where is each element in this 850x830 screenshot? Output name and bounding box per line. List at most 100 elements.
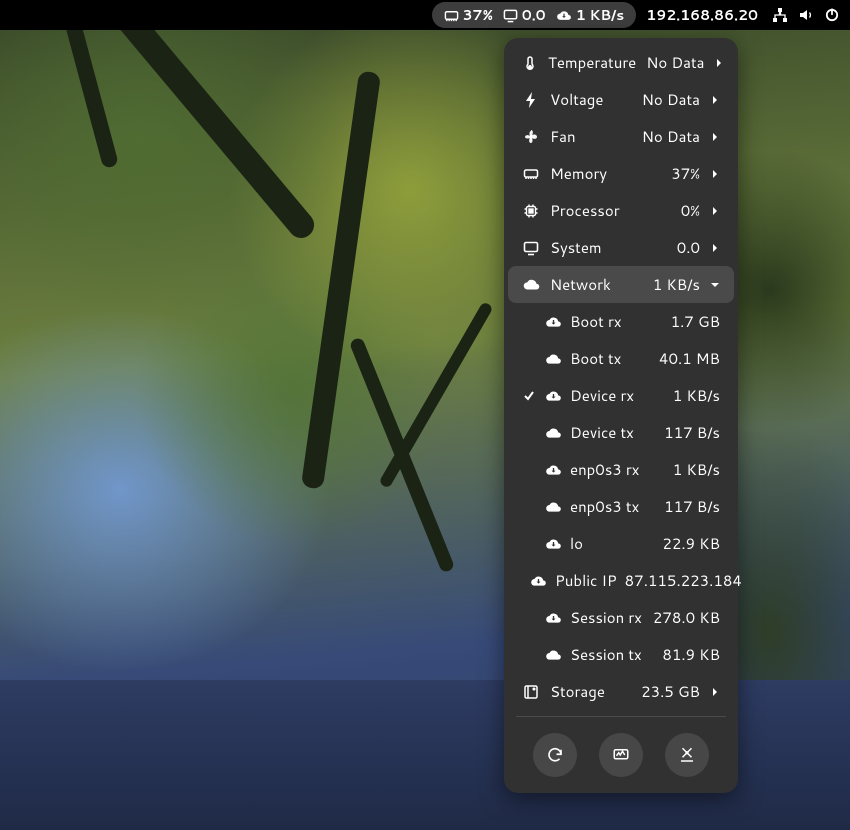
network-item-label: Public IP	[555, 570, 617, 591]
chevron-right-icon	[710, 169, 720, 179]
memory-indicator-value: 37%	[463, 5, 493, 25]
network-item-label: lo	[570, 533, 654, 554]
preferences-button[interactable]	[665, 733, 709, 777]
menu-row-processor[interactable]: Processor 0%	[508, 192, 734, 229]
network-item-value: 81.9 KB	[662, 644, 720, 665]
menu-row-temperature[interactable]: Temperature No Data	[508, 44, 734, 81]
cloud-down-icon	[544, 388, 562, 404]
network-wired-icon[interactable]	[772, 7, 788, 23]
network-item-label: Session tx	[570, 644, 654, 665]
network-item-label: Device tx	[570, 422, 656, 443]
display-icon	[503, 8, 518, 23]
cloud-down-icon	[544, 314, 562, 330]
network-item-boot-tx[interactable]: Boot tx 40.1 MB	[508, 340, 734, 377]
cloud-up-icon	[544, 499, 562, 515]
cloud-up-icon	[544, 647, 562, 663]
display-icon	[522, 240, 540, 256]
volume-icon[interactable]	[798, 7, 814, 23]
thermometer-icon	[522, 55, 538, 71]
network-item-session-rx[interactable]: Session rx 278.0 KB	[508, 599, 734, 636]
network-item-boot-rx[interactable]: Boot rx1.7 GB	[508, 303, 734, 340]
cloud-down-icon	[530, 573, 547, 589]
network-item-value: 278.0 KB	[653, 607, 720, 628]
system-tray	[772, 7, 840, 23]
menu-row-label: Fan	[550, 126, 632, 147]
network-item-label: Device rx	[570, 385, 665, 406]
cloud-down-icon	[544, 462, 562, 478]
chevron-right-icon	[710, 243, 720, 253]
menu-row-value: 23.5 GB	[641, 681, 700, 702]
network-item-enp0s3-rx[interactable]: enp0s3 rx 1 KB/s	[508, 451, 734, 488]
menu-row-label: Storage	[550, 681, 631, 702]
vitals-indicator-pill[interactable]: 37% 0.0 1 KB/s	[432, 2, 637, 28]
fan-icon	[522, 129, 540, 145]
system-indicator-value: 0.0	[522, 5, 546, 25]
network-item-session-tx[interactable]: Session tx 81.9 KB	[508, 636, 734, 673]
cloud-down-icon	[544, 536, 562, 552]
network-item-value: 1 KB/s	[673, 385, 720, 406]
chevron-right-icon	[715, 58, 723, 68]
cloud-up-icon	[544, 425, 562, 441]
menu-row-label: Voltage	[550, 89, 632, 110]
top-bar: 37% 0.0 1 KB/s 192.168.86.20	[0, 0, 850, 30]
memory-icon	[522, 166, 540, 182]
separator	[516, 716, 726, 717]
power-icon[interactable]	[824, 7, 840, 23]
cloud-down-icon	[544, 610, 562, 626]
bolt-icon	[522, 92, 540, 108]
system-monitor-button[interactable]	[599, 733, 643, 777]
ip-address-indicator[interactable]: 192.168.86.20	[646, 5, 758, 25]
menu-row-value: 1 KB/s	[653, 274, 700, 295]
menu-row-value: No Data	[646, 52, 704, 73]
menu-row-label: System	[550, 237, 667, 258]
menu-row-fan[interactable]: Fan No Data	[508, 118, 734, 155]
memory-icon	[444, 8, 459, 23]
chevron-right-icon	[710, 132, 720, 142]
menu-row-value: No Data	[642, 89, 700, 110]
network-item-device-tx[interactable]: Device tx 117 B/s	[508, 414, 734, 451]
chevron-right-icon	[710, 206, 720, 216]
menu-row-voltage[interactable]: Voltage No Data	[508, 81, 734, 118]
network-item-device-rx[interactable]: Device rx 1 KB/s	[508, 377, 734, 414]
refresh-button[interactable]	[533, 733, 577, 777]
menu-row-memory[interactable]: Memory 37%	[508, 155, 734, 192]
menu-row-value: No Data	[642, 126, 700, 147]
chevron-right-icon	[710, 95, 720, 105]
vitals-popover-menu: Temperature No Data Voltage No Data Fan No Da…	[504, 38, 738, 793]
chevron-down-icon	[710, 280, 720, 290]
menu-row-value: 0%	[681, 200, 700, 221]
memory-indicator: 37%	[444, 5, 493, 25]
network-indicator: 1 KB/s	[556, 5, 625, 25]
network-item-value: 40.1 MB	[659, 348, 720, 369]
network-item-value: 87.115.223.184	[625, 570, 742, 591]
network-item-public-ip[interactable]: Public IP87.115.223.184	[508, 562, 734, 599]
cloud-icon	[522, 276, 540, 293]
network-item-value: 1 KB/s	[673, 459, 720, 480]
chevron-right-icon	[710, 687, 720, 697]
network-item-label: Boot tx	[570, 348, 651, 369]
network-item-value: 117 B/s	[664, 422, 720, 443]
system-indicator: 0.0	[503, 5, 546, 25]
menu-row-system[interactable]: System 0.0	[508, 229, 734, 266]
menu-row-label: Memory	[550, 163, 661, 184]
menu-row-label: Network	[550, 274, 643, 295]
network-item-value: 22.9 KB	[662, 533, 720, 554]
network-item-label: enp0s3 rx	[570, 459, 665, 480]
menu-row-value: 37%	[671, 163, 700, 184]
menu-row-label: Processor	[550, 200, 671, 221]
cloud-down-icon	[556, 8, 572, 23]
network-indicator-value: 1 KB/s	[576, 5, 625, 25]
network-item-enp0s3-tx[interactable]: enp0s3 tx 117 B/s	[508, 488, 734, 525]
menu-row-network[interactable]: Network 1 KB/s	[508, 266, 734, 303]
network-item-label: enp0s3 tx	[570, 496, 656, 517]
menu-row-value: 0.0	[677, 237, 700, 258]
menu-row-storage[interactable]: Storage 23.5 GB	[508, 673, 734, 710]
network-item-label: Boot rx	[570, 311, 663, 332]
network-item-lo[interactable]: lo 22.9 KB	[508, 525, 734, 562]
cpu-icon	[522, 203, 540, 219]
network-item-label: Session rx	[570, 607, 645, 628]
menu-row-label: Temperature	[548, 52, 636, 73]
cloud-up-icon	[544, 351, 562, 367]
network-item-value: 117 B/s	[664, 496, 720, 517]
check-icon	[522, 390, 536, 402]
